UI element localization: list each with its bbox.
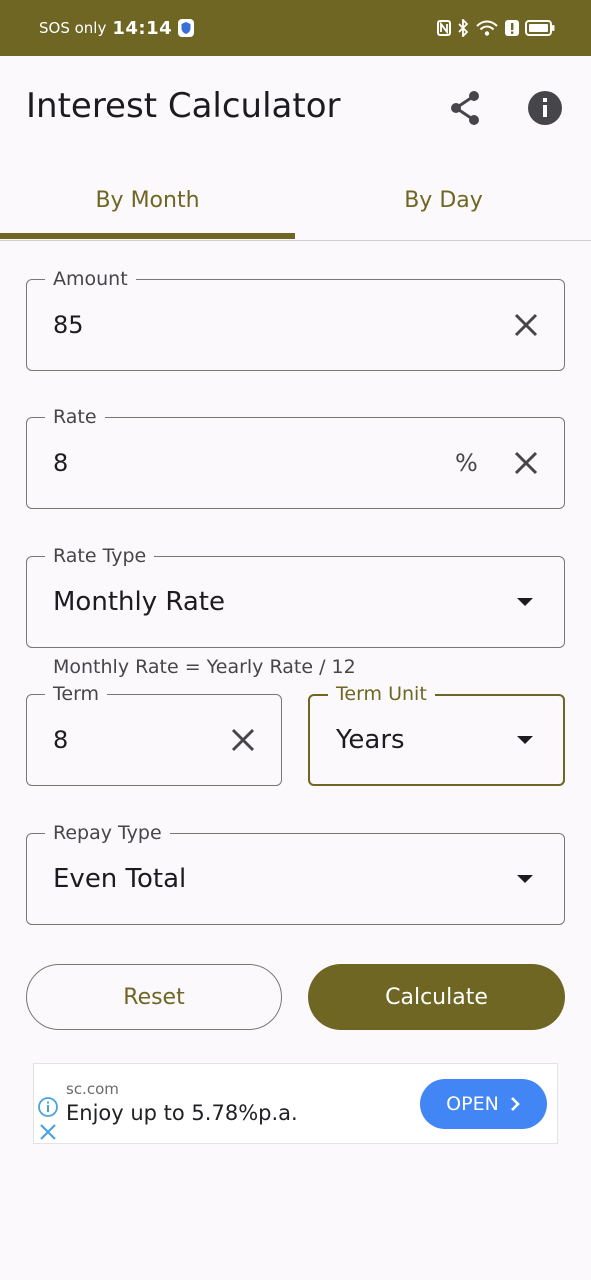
battery-icon [525, 20, 555, 36]
calculate-button[interactable]: Calculate [308, 964, 565, 1030]
term-value: 8 [53, 726, 69, 754]
carrier-text: SOS only [39, 19, 107, 37]
repay-type-dropdown[interactable]: Repay Type Even Total [26, 821, 565, 925]
tab-bar: By Month By Day [0, 160, 591, 241]
rate-type-value: Monthly Rate [53, 587, 225, 617]
chevron-down-icon [517, 875, 533, 883]
rate-type-dropdown[interactable]: Rate Type Monthly Rate [26, 544, 565, 648]
status-bar: SOS only 14:14 [0, 0, 591, 56]
ad-domain: sc.com [66, 1080, 119, 1098]
share-button[interactable] [446, 88, 486, 128]
status-right [437, 19, 555, 37]
tab-by-day[interactable]: By Day [296, 160, 591, 240]
tab-by-month[interactable]: By Month [0, 160, 295, 240]
rate-type-helper: Monthly Rate = Yearly Rate / 12 [53, 656, 356, 678]
clear-rate-icon[interactable] [511, 448, 541, 478]
ad-close-icon[interactable] [38, 1122, 58, 1142]
chevron-right-icon [510, 1097, 520, 1111]
chevron-down-icon [517, 598, 533, 606]
status-left: SOS only 14:14 [39, 17, 195, 39]
ad-open-button[interactable]: OPEN [420, 1079, 547, 1129]
share-icon [451, 91, 479, 125]
amount-value: 85 [53, 311, 84, 339]
page-title: Interest Calculator [26, 86, 341, 126]
rate-value: 8 [53, 449, 69, 477]
info-button[interactable] [525, 88, 565, 128]
term-unit-value: Years [336, 725, 405, 755]
info-icon [528, 91, 562, 125]
wifi-icon [476, 20, 498, 36]
reset-button[interactable]: Reset [26, 964, 282, 1030]
nfc-icon [437, 20, 451, 36]
shield-icon [178, 19, 195, 37]
bluetooth-icon [458, 19, 469, 37]
term-field[interactable]: Term 8 [26, 682, 282, 786]
repay-type-value: Even Total [53, 864, 187, 894]
clear-amount-icon[interactable] [511, 310, 541, 340]
clear-term-icon[interactable] [228, 725, 258, 755]
ad-text: Enjoy up to 5.78%p.a. [66, 1101, 298, 1125]
app-bar: Interest Calculator [0, 56, 591, 160]
amount-field[interactable]: Amount 85 [26, 267, 565, 371]
alert-icon [505, 20, 519, 36]
percent-suffix: % [455, 449, 478, 477]
tab-indicator [0, 233, 295, 239]
ad-open-label: OPEN [446, 1093, 499, 1115]
chevron-down-icon [517, 736, 533, 744]
term-unit-dropdown[interactable]: Term Unit Years [308, 682, 565, 786]
ad-banner[interactable]: sc.com Enjoy up to 5.78%p.a. OPEN [33, 1063, 558, 1144]
ad-info-icon[interactable] [37, 1096, 59, 1118]
clock: 14:14 [112, 17, 173, 39]
rate-field[interactable]: Rate 8 % [26, 405, 565, 509]
